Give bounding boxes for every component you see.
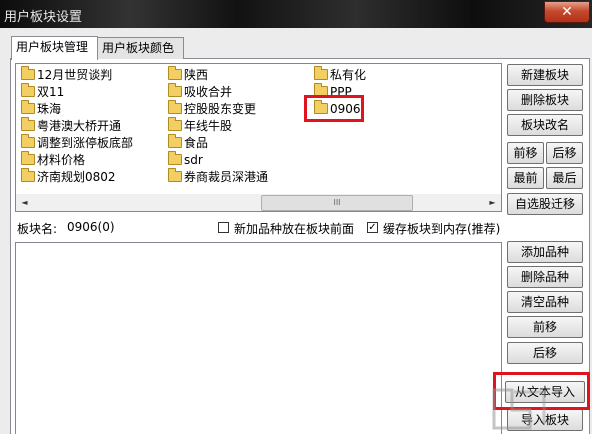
folder-icon (168, 151, 182, 165)
folder-icon (168, 134, 182, 148)
rename-block-button[interactable]: 板块改名 (507, 114, 583, 136)
block-name: 控股股东变更 (184, 102, 257, 116)
move-last-block-button[interactable]: 最后 (546, 167, 583, 189)
watermark-logo-icon (492, 388, 546, 430)
list-item[interactable]: 券商裁员深港通 (168, 168, 269, 185)
move-down-item-button[interactable]: 后移 (507, 342, 583, 364)
block-name-label: 板块名: (17, 222, 58, 236)
add-front-label[interactable]: 新加品种放在板块前面 (234, 220, 354, 237)
list-item[interactable]: 陕西 (168, 66, 209, 83)
delete-item-button[interactable]: 删除品种 (507, 266, 583, 288)
delete-block-button[interactable]: 删除板块 (507, 89, 583, 111)
block-name: 券商裁员深港通 (184, 170, 269, 184)
migrate-watchlist-button[interactable]: 自选股迁移 (507, 193, 583, 215)
scroll-right-icon[interactable]: ► (484, 194, 501, 211)
list-item[interactable]: 年线牛股 (168, 117, 233, 134)
add-item-button[interactable]: 添加品种 (507, 241, 583, 263)
list-item[interactable]: 粤港澳大桥开通 (21, 117, 122, 134)
folder-icon (168, 117, 182, 131)
move-first-block-button[interactable]: 最前 (507, 167, 544, 189)
close-button[interactable]: ✕ (544, 1, 590, 23)
block-name: 济南规划0802 (37, 170, 116, 184)
block-name-value: 0906(0) (67, 220, 115, 234)
folder-icon (21, 100, 35, 114)
folder-icon (168, 168, 182, 182)
list-item[interactable]: 双11 (21, 83, 65, 100)
add-front-checkbox[interactable] (218, 222, 229, 233)
block-name: 陕西 (184, 68, 209, 82)
folder-icon (168, 66, 182, 80)
block-name: 吸收合并 (184, 85, 233, 99)
clear-items-button[interactable]: 清空品种 (507, 291, 583, 313)
block-name: 材料价格 (37, 153, 86, 167)
list-item[interactable]: 珠海 (21, 100, 62, 117)
window-title: 用户板块设置 (4, 10, 83, 25)
block-name: 双11 (37, 85, 65, 99)
folder-icon (21, 134, 35, 148)
new-block-button[interactable]: 新建板块 (507, 64, 583, 86)
cache-checkbox[interactable]: ✓ (367, 222, 378, 233)
move-up-item-button[interactable]: 前移 (507, 316, 583, 338)
block-name: sdr (184, 153, 203, 167)
highlight-box-0906 (304, 95, 364, 122)
block-name: 调整到涨停板底部 (37, 136, 134, 150)
scroll-left-icon[interactable]: ◄ (16, 194, 33, 211)
folder-icon (21, 151, 35, 165)
block-name: 年线牛股 (184, 119, 233, 133)
list-item[interactable]: 材料价格 (21, 151, 86, 168)
list-item[interactable]: 12月世贸谈判 (21, 66, 113, 83)
list-item[interactable]: 吸收合并 (168, 83, 233, 100)
tab-block-management[interactable]: 用户板块管理 (11, 36, 98, 60)
move-up-block-button[interactable]: 前移 (507, 142, 544, 164)
list-item[interactable]: 私有化 (314, 66, 367, 83)
move-down-block-button[interactable]: 后移 (546, 142, 583, 164)
folder-icon (21, 83, 35, 97)
block-name: 食品 (184, 136, 209, 150)
tab-block-color[interactable]: 用户板块颜色 (97, 37, 184, 59)
block-name: 粤港澳大桥开通 (37, 119, 122, 133)
folder-icon (21, 168, 35, 182)
block-items-list[interactable] (15, 242, 502, 434)
list-item[interactable]: 济南规划0802 (21, 168, 116, 185)
folder-icon (314, 66, 328, 80)
folder-icon (168, 100, 182, 114)
block-name: 12月世贸谈判 (37, 68, 113, 82)
title-bar[interactable]: 用户板块设置 ✕ (0, 0, 592, 28)
list-item[interactable]: 食品 (168, 134, 209, 151)
block-list[interactable]: 12月世贸谈判 双11 珠海 粤港澳大桥开通 调整到涨停板底部 材料价格 济南规… (15, 63, 502, 195)
cache-label[interactable]: 缓存板块到内存(推荐) (383, 220, 500, 237)
block-name: 珠海 (37, 102, 62, 116)
block-name: 私有化 (330, 68, 367, 82)
folder-icon (168, 83, 182, 97)
folder-icon (21, 117, 35, 131)
list-item[interactable]: sdr (168, 151, 203, 168)
list-item[interactable]: 控股股东变更 (168, 100, 257, 117)
folder-icon (21, 66, 35, 80)
horizontal-scrollbar[interactable]: ◄ III ► (15, 194, 502, 212)
user-block-settings-window: 用户板块设置 ✕ 用户板块管理 用户板块颜色 12月世贸谈判 双11 珠海 粤港… (0, 0, 592, 434)
list-item[interactable]: 调整到涨停板底部 (21, 134, 134, 151)
scroll-thumb[interactable]: III (261, 195, 413, 211)
